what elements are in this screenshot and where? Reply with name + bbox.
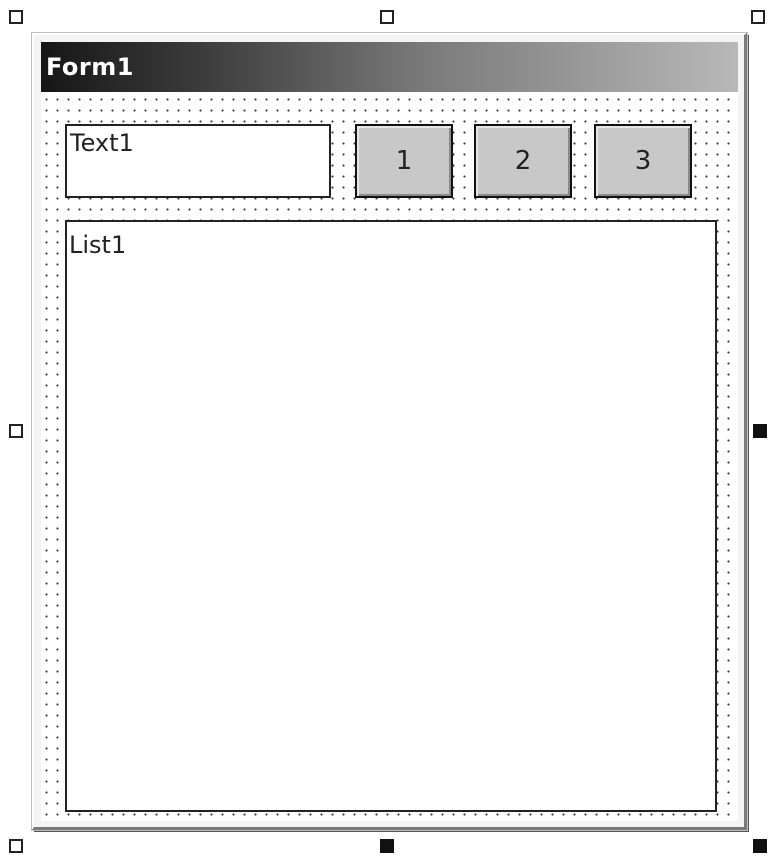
- text1-textbox[interactable]: Text1: [65, 124, 331, 198]
- form-window[interactable]: Form1 Text1 1 2 3 List1: [32, 33, 747, 830]
- command-button-1[interactable]: 1: [355, 124, 453, 198]
- resize-handle-bottom-left[interactable]: [9, 839, 23, 853]
- form-title-bar[interactable]: Form1: [41, 42, 738, 92]
- resize-handle-middle-right[interactable]: [753, 424, 767, 438]
- command-button-3[interactable]: 3: [594, 124, 692, 198]
- form-design-surface[interactable]: Text1 1 2 3 List1: [41, 92, 738, 821]
- resize-handle-top-center[interactable]: [380, 10, 394, 24]
- resize-handle-middle-left[interactable]: [9, 424, 23, 438]
- form-title: Form1: [46, 53, 134, 81]
- command-button-2[interactable]: 2: [474, 124, 572, 198]
- resize-handle-bottom-right[interactable]: [753, 839, 767, 853]
- list1-listbox[interactable]: List1: [65, 220, 717, 812]
- resize-handle-top-left[interactable]: [9, 10, 23, 24]
- resize-handle-top-right[interactable]: [751, 10, 765, 24]
- resize-handle-bottom-center[interactable]: [380, 839, 394, 853]
